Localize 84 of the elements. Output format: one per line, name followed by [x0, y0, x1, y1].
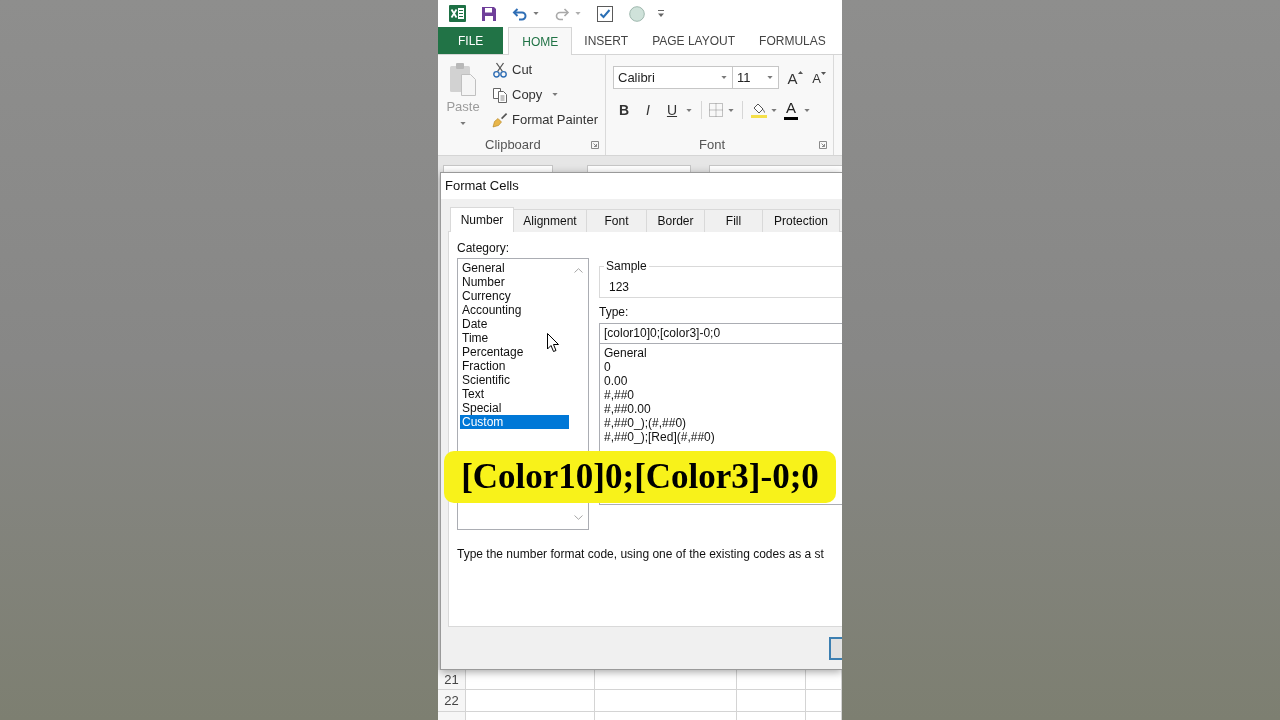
input-field[interactable]	[587, 165, 691, 172]
category-item[interactable]: Fraction	[460, 359, 569, 373]
category-label: Category:	[457, 241, 511, 255]
chevron-up-icon[interactable]	[574, 268, 583, 273]
dialog-tab[interactable]: Protection	[763, 209, 840, 232]
redo-icon[interactable]	[554, 6, 570, 21]
dialog-tab[interactable]: Fill	[705, 209, 763, 232]
caret-icon[interactable]	[728, 108, 734, 112]
category-item[interactable]: Custom	[460, 415, 569, 429]
format-option[interactable]: General	[604, 346, 842, 360]
ribbon-tab[interactable]: FORMULAS	[747, 27, 838, 54]
paint-bucket-icon[interactable]	[751, 102, 767, 118]
category-item[interactable]: Special	[460, 401, 569, 415]
dialog-title: Format Cells	[445, 177, 519, 196]
format-option[interactable]: #,##0_);[Red](#,##0)	[604, 430, 842, 444]
mouse-pointer-icon	[547, 333, 559, 352]
file-tab[interactable]: FILE	[438, 27, 504, 54]
input-field[interactable]	[443, 165, 553, 172]
caret-icon[interactable]	[575, 12, 581, 15]
chevron-down-icon[interactable]	[574, 515, 583, 520]
dialog-tab[interactable]: Font	[587, 209, 647, 232]
category-item[interactable]: Scientific	[460, 373, 569, 387]
type-label: Type:	[599, 305, 630, 319]
category-item[interactable]: Percentage	[460, 345, 569, 359]
format-option[interactable]: #,##0.00	[604, 402, 842, 416]
category-item[interactable]: General	[460, 261, 569, 275]
launcher-icon[interactable]	[591, 141, 599, 149]
row-header: 22	[438, 690, 466, 711]
grow-font-button[interactable]: A	[785, 66, 805, 89]
menu-caret-icon[interactable]	[657, 9, 665, 18]
format-option[interactable]: #,##0	[604, 388, 842, 402]
clipboard-icon	[449, 62, 477, 96]
caret-icon[interactable]	[533, 12, 539, 15]
input-field[interactable]	[709, 165, 842, 172]
dialog-tab[interactable]: Border	[647, 209, 705, 232]
format-painter-button[interactable]: Format Painter	[492, 107, 598, 132]
caret-icon[interactable]	[771, 108, 777, 112]
format-option[interactable]: 0	[604, 360, 842, 374]
font-color-button[interactable]: A	[784, 100, 798, 120]
save-icon[interactable]	[481, 5, 497, 22]
sample-label: Sample	[604, 259, 649, 273]
caret-icon	[721, 76, 727, 79]
group-label: Font	[699, 136, 725, 155]
font-size-dropdown[interactable]: 11	[732, 66, 779, 89]
dialog-tab[interactable]: Number	[450, 207, 514, 232]
font-name-dropdown[interactable]: Calibri	[613, 66, 733, 89]
row-header: 21	[438, 670, 466, 689]
category-item[interactable]: Date	[460, 317, 569, 331]
ribbon-tab[interactable]: PAGE LAYOUT	[640, 27, 748, 54]
category-item[interactable]: Accounting	[460, 303, 569, 317]
caret-icon[interactable]	[552, 93, 559, 96]
copy-icon	[492, 86, 508, 103]
category-item[interactable]: Number	[460, 275, 569, 289]
dialog-tab[interactable]: Alignment	[514, 209, 587, 232]
shrink-font-button[interactable]: A	[809, 66, 829, 89]
underline-button[interactable]: U	[662, 99, 682, 121]
caret-icon	[767, 76, 773, 79]
description-text: Type the number format code, using one of the existing codes as a st	[457, 547, 825, 561]
caret-up-icon	[797, 70, 803, 74]
sample-value: 123	[609, 280, 631, 294]
format-option[interactable]: #,##0_);(#,##0)	[604, 416, 842, 430]
scissors-icon	[492, 61, 508, 78]
category-item[interactable]: Currency	[460, 289, 569, 303]
checkbox-icon[interactable]	[597, 5, 613, 22]
caret-down-icon	[820, 71, 826, 75]
caption-banner: [Color10]0;[Color3]-0;0	[444, 451, 836, 503]
excel-logo-icon	[449, 5, 466, 22]
ribbon-tab[interactable]: INSERT	[572, 27, 641, 54]
type-field[interactable]: [color10]0;[color3]-0;0	[599, 323, 842, 344]
bold-button[interactable]: B	[613, 99, 635, 121]
ribbon-tab[interactable]: HOME	[508, 27, 573, 55]
category-item[interactable]: Time	[460, 331, 569, 345]
category-item[interactable]: Text	[460, 387, 569, 401]
launcher-icon[interactable]	[819, 141, 827, 149]
dialog-button[interactable]	[829, 637, 842, 660]
caret-icon[interactable]	[804, 108, 810, 112]
italic-button[interactable]: I	[637, 99, 659, 121]
copy-button[interactable]: Copy	[492, 84, 543, 105]
paintbrush-icon	[492, 111, 508, 128]
cut-button[interactable]: Cut	[492, 57, 598, 82]
group-label: Clipboard	[485, 136, 541, 155]
undo-icon[interactable]	[512, 6, 528, 21]
format-option[interactable]: 0.00	[604, 374, 842, 388]
caret-icon[interactable]	[686, 108, 692, 112]
